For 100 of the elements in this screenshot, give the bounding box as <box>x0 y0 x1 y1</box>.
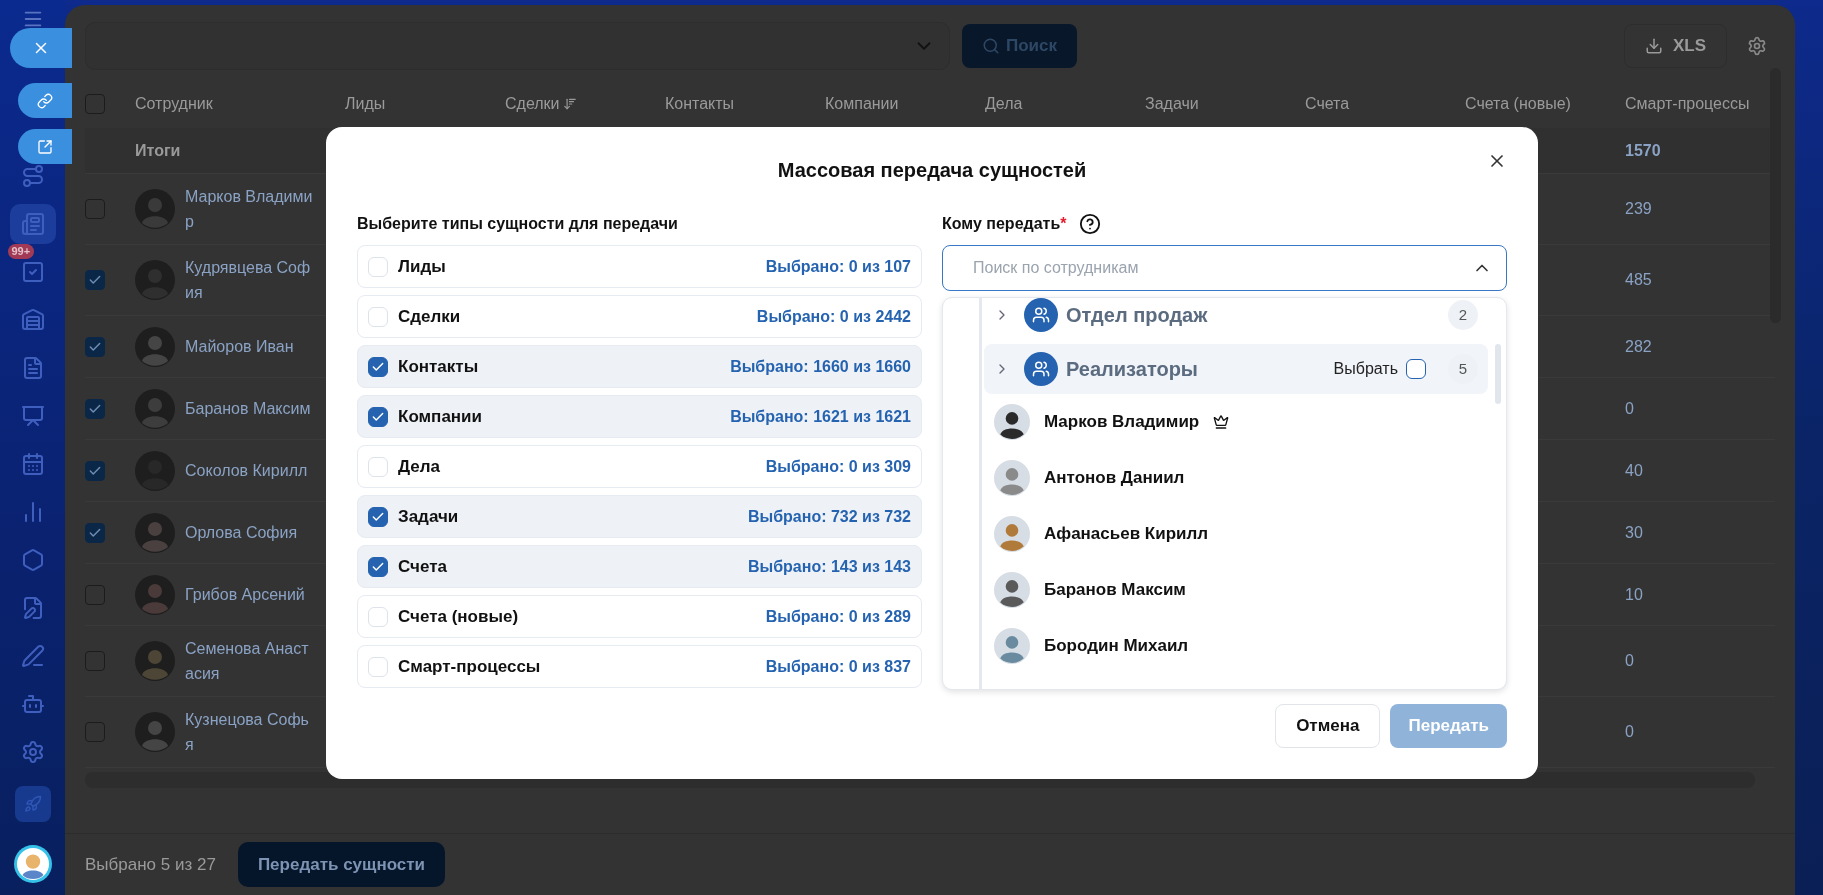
totals-label: Итоги <box>135 140 182 161</box>
employee-name[interactable]: Кузнецова Софья <box>185 707 317 757</box>
check-icon <box>88 273 102 287</box>
calendar-icon[interactable] <box>20 452 45 476</box>
entity-option[interactable]: Счета (новые) Выбрано: 0 из 289 <box>357 595 922 638</box>
avatar <box>994 572 1030 608</box>
people-icon <box>1032 360 1050 378</box>
employee-option[interactable]: Афанасьев Кирилл <box>984 506 1488 562</box>
employee-option[interactable]: Бородин Михаил <box>984 618 1488 674</box>
table-cell-text: 239 <box>1625 199 1653 219</box>
entity-option[interactable]: Контакты Выбрано: 1660 из 1660 <box>357 345 922 388</box>
employee-name[interactable]: Орлова София <box>185 520 317 545</box>
sort-icon[interactable] <box>562 97 577 111</box>
checkbox[interactable] <box>368 556 388 577</box>
open-external-button[interactable] <box>18 129 72 164</box>
newspaper-icon[interactable] <box>20 212 45 236</box>
avatar <box>135 326 175 367</box>
avatar <box>135 574 175 615</box>
column-header[interactable]: Счета (новые) <box>1465 92 1571 116</box>
checkbox[interactable] <box>368 356 388 377</box>
help-icon[interactable] <box>1078 213 1101 235</box>
avatar <box>135 641 175 681</box>
entity-option[interactable]: Сделки Выбрано: 0 из 2442 <box>357 295 922 338</box>
warehouse-icon[interactable] <box>20 308 45 332</box>
task-icon[interactable] <box>20 260 45 284</box>
pen-icon[interactable] <box>20 644 45 668</box>
employee-name[interactable]: Марков Владимир <box>185 184 317 234</box>
entity-option[interactable]: Смарт-процессы Выбрано: 0 из 837 <box>357 645 922 688</box>
column-header[interactable]: Счета <box>1305 92 1350 116</box>
export-button[interactable]: XLS <box>1623 24 1727 68</box>
column-header[interactable]: Лиды <box>345 92 386 116</box>
row-checkbox[interactable] <box>85 336 105 357</box>
avatar <box>135 189 175 229</box>
avatar <box>135 388 175 429</box>
column-header[interactable]: Задачи <box>1145 92 1199 116</box>
avatar <box>994 404 1030 440</box>
cancel-button[interactable]: Отмена <box>1275 704 1381 748</box>
recipient-label: Кому передать* <box>942 214 1067 234</box>
transfer-entities-button[interactable]: Передать сущности <box>237 842 446 887</box>
selected-count: Выбрано: 0 из 107 <box>765 256 911 277</box>
column-header[interactable]: Контакты <box>665 92 735 116</box>
column-header[interactable]: Компании <box>825 92 899 116</box>
table-cell-text: 30 <box>1625 522 1644 543</box>
people-icon <box>1032 306 1050 324</box>
rocket-button[interactable] <box>14 786 51 822</box>
department-row[interactable]: Реализаторы Выбрать 5 <box>984 344 1488 394</box>
department-checkbox[interactable] <box>1406 359 1426 379</box>
avatar <box>994 460 1030 496</box>
row-checkbox[interactable] <box>85 270 105 290</box>
employee-name[interactable]: Семенова Анастасия <box>185 636 317 686</box>
rocket-icon <box>23 795 42 813</box>
table-cell-text: 1570 <box>1625 140 1662 161</box>
employee-name[interactable]: Кудрявцева София <box>185 255 317 305</box>
route-icon[interactable] <box>20 164 45 188</box>
column-header[interactable]: Сделки <box>505 92 560 116</box>
notification-badge: 99+ <box>7 244 35 259</box>
selected-count: Выбрано: 1621 из 1621 <box>730 406 911 427</box>
selected-count: Выбрано: 0 из 2442 <box>756 306 911 327</box>
settings-icon[interactable] <box>1747 36 1767 56</box>
select-label: Выбрать <box>1333 359 1398 379</box>
entity-option[interactable]: Дела Выбрано: 0 из 309 <box>357 445 922 488</box>
row-checkbox[interactable] <box>85 522 105 543</box>
employee-name[interactable]: Соколов Кирилл <box>185 458 317 483</box>
settings-icon[interactable] <box>20 740 45 764</box>
department-row[interactable]: Отдел продаж 2 <box>984 298 1488 340</box>
download-icon <box>1644 37 1663 55</box>
table-cell-text: 0 <box>1625 651 1635 671</box>
entity-types-label: Выберите типы сущности для передачи <box>357 214 679 234</box>
selection-summary: Выбрано 5 из 27 <box>85 853 216 876</box>
employee-option[interactable]: Марков Владимир <box>984 394 1488 450</box>
checkbox[interactable] <box>368 506 388 527</box>
row-checkbox[interactable] <box>85 460 105 481</box>
robot-icon[interactable] <box>20 692 45 716</box>
selected-count: Выбрано: 0 из 309 <box>765 456 911 477</box>
employee-option[interactable]: Антонов Даниил <box>984 450 1488 506</box>
close-button[interactable] <box>10 28 72 68</box>
employee-name[interactable]: Грибов Арсений <box>185 582 317 607</box>
department-name: Реализаторы <box>1066 357 1199 382</box>
selected-count: Выбрано: 0 из 837 <box>765 656 911 677</box>
column-header[interactable]: Смарт-процессы <box>1625 92 1750 116</box>
employee-name[interactable]: Майоров Иван <box>185 334 317 359</box>
entity-option[interactable]: Компании Выбрано: 1621 из 1621 <box>357 395 922 438</box>
checkbox[interactable] <box>368 406 388 427</box>
user-avatar[interactable] <box>16 848 49 880</box>
table-cell-text: 282 <box>1625 336 1653 357</box>
employee-name[interactable]: Баранов Максим <box>185 396 317 421</box>
column-header[interactable]: Дела <box>985 92 1023 116</box>
entity-option[interactable]: Задачи Выбрано: 732 из 732 <box>357 495 922 538</box>
table-cell-text: 0 <box>1625 398 1635 419</box>
column-header[interactable]: Сотрудник <box>135 92 213 116</box>
entity-option[interactable]: Счета Выбрано: 143 из 143 <box>357 545 922 588</box>
hexagon-icon[interactable] <box>20 548 45 572</box>
entity-option[interactable]: Лиды Выбрано: 0 из 107 <box>357 245 922 288</box>
link-button[interactable] <box>18 83 72 118</box>
search-input[interactable]: Поиск по сотрудникам <box>973 256 1472 280</box>
row-checkbox[interactable] <box>85 398 105 419</box>
employee-option[interactable]: Баранов Максим <box>984 562 1488 618</box>
presentation-icon[interactable] <box>20 404 45 428</box>
employee-search-field[interactable]: Поиск по сотрудникам <box>942 245 1507 291</box>
table-cell-text: 0 <box>1625 722 1635 742</box>
